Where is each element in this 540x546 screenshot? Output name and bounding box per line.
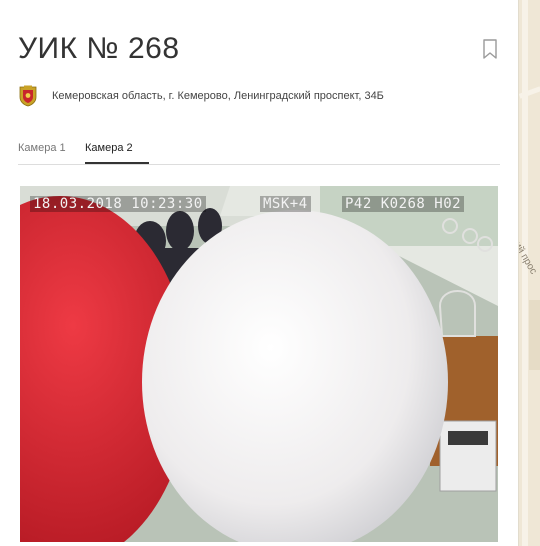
map-building <box>529 300 540 370</box>
video-station-code: P42 K0268 H02 <box>342 196 465 212</box>
address-row: Кемеровская область, г. Кемерово, Ленинг… <box>18 84 384 108</box>
bookmark-icon[interactable] <box>482 39 498 59</box>
camera-scene <box>20 186 498 542</box>
coat-of-arms-icon <box>19 85 37 107</box>
map-panel[interactable]: ий прос <box>518 0 540 546</box>
tab-camera-2[interactable]: Камера 2 <box>85 142 133 154</box>
polling-station-card: УИК № 268 Кемеровская область, г. Кемеро… <box>0 0 518 546</box>
active-tab-indicator <box>85 162 149 164</box>
video-timezone: MSK+4 <box>260 196 311 212</box>
camera-tabs: Камера 1 Камера 2 <box>18 134 500 165</box>
tab-camera-1[interactable]: Камера 1 <box>18 142 66 154</box>
camera-video-frame[interactable]: 18.03.2018 10:23:30 MSK+4 P42 K0268 H02 <box>20 186 498 542</box>
video-timestamp: 18.03.2018 10:23:30 <box>30 196 206 212</box>
page-title: УИК № 268 <box>18 32 180 65</box>
station-address: Кемеровская область, г. Кемерово, Ленинг… <box>52 90 384 102</box>
